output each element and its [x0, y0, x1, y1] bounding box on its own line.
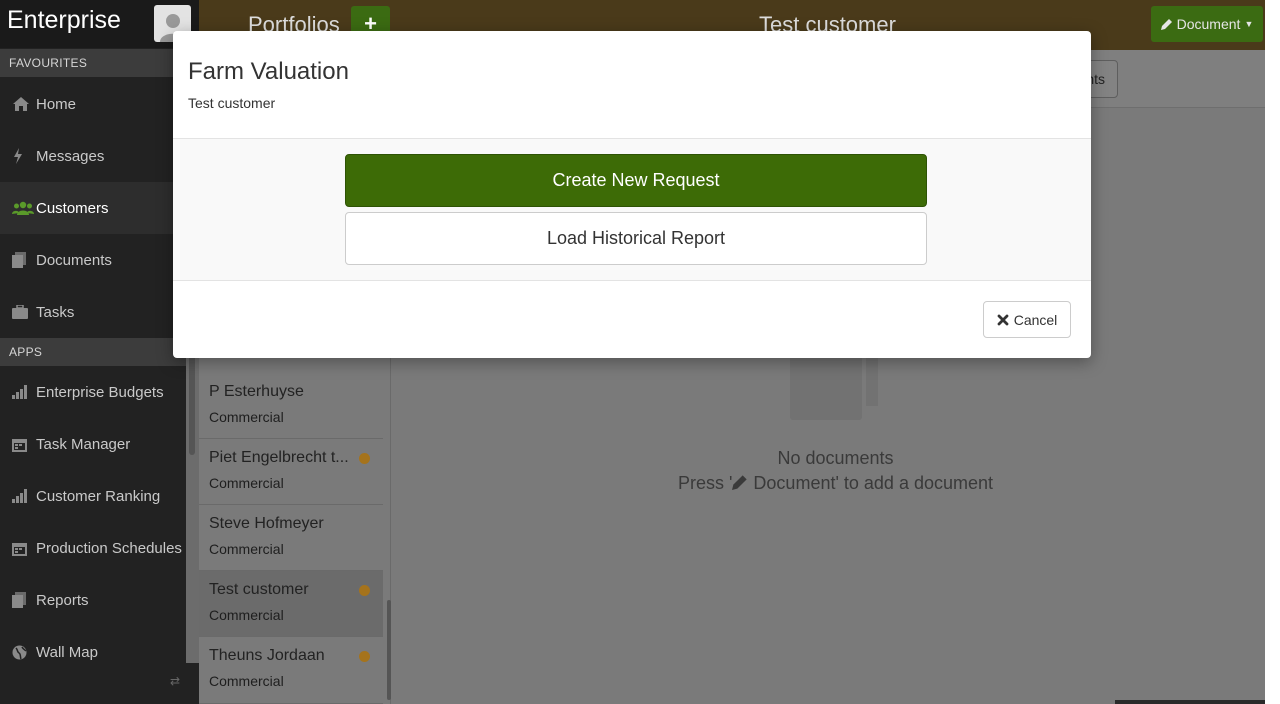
load-historical-report-button[interactable]: Load Historical Report — [345, 212, 927, 265]
globe-icon — [12, 645, 36, 660]
pencil-icon — [1160, 19, 1172, 30]
calendar-icon — [12, 541, 36, 556]
status-dot — [359, 651, 370, 662]
users-icon — [12, 201, 36, 215]
sidebar-item-production-schedules[interactable]: Production Schedules — [0, 522, 199, 574]
empty-state-hint: Press ' Document' to add a document — [391, 473, 1280, 494]
sidebar-item-messages[interactable]: Messages — [0, 130, 199, 182]
modal-body: Create New Request Load Historical Repor… — [173, 139, 1091, 281]
customer-type: Commercial — [209, 409, 284, 425]
sidebar-item-wall-map[interactable]: Wall Map — [0, 626, 199, 678]
sidebar: Enterprise FAVOURITES Home Messages Cust… — [0, 0, 199, 704]
brand-bar: Enterprise — [0, 0, 199, 48]
sidebar-item-enterprise-budgets[interactable]: Enterprise Budgets — [0, 366, 199, 418]
sidebar-item-label: Wall Map — [36, 643, 98, 661]
document-icon — [12, 592, 36, 608]
sidebar-item-documents[interactable]: Documents — [0, 234, 199, 286]
bar-chart-icon — [12, 489, 36, 503]
sidebar-item-label: Tasks — [36, 303, 75, 321]
customer-type: Commercial — [209, 673, 284, 689]
bolt-icon — [12, 148, 36, 164]
modal-header: Farm Valuation Test customer — [173, 31, 1091, 139]
list-scroll-thumb[interactable] — [387, 600, 391, 700]
list-item[interactable]: Steve Hofmeyer Commercial — [199, 505, 383, 571]
caret-down-icon: ▼ — [1244, 19, 1254, 29]
sidebar-item-reports[interactable]: Reports — [0, 574, 199, 626]
collapse-sidebar-icon[interactable]: ⇄ — [170, 674, 180, 688]
sidebar-item-label: Documents — [36, 251, 112, 269]
bottom-strip — [1115, 700, 1265, 704]
modal-subtitle: Test customer — [188, 95, 276, 111]
customer-type: Commercial — [209, 475, 284, 491]
cancel-button-label: Cancel — [1013, 311, 1058, 328]
empty-document-icon-back — [866, 356, 878, 406]
window-edge — [1265, 0, 1280, 704]
customer-name: P Esterhuyse — [209, 383, 304, 400]
customer-name: Test customer — [209, 581, 309, 598]
document-dropdown-button[interactable]: Document ▼ — [1151, 6, 1263, 42]
sidebar-item-customer-ranking[interactable]: Customer Ranking — [0, 470, 199, 522]
sidebar-item-home[interactable]: Home — [0, 78, 199, 130]
list-item[interactable]: Piet Engelbrecht t... Commercial — [199, 439, 383, 505]
home-icon — [12, 96, 36, 112]
customer-type: Commercial — [209, 607, 284, 623]
status-dot — [359, 585, 370, 596]
document-icon — [12, 252, 36, 268]
favourites-header: FAVOURITES — [0, 49, 199, 77]
calendar-icon — [12, 437, 36, 452]
farm-valuation-modal: Farm Valuation Test customer Create New … — [173, 31, 1091, 358]
sidebar-item-label: Enterprise Budgets — [36, 383, 164, 401]
sidebar-item-label: Production Schedules — [36, 539, 182, 557]
document-button-label: Document — [1176, 16, 1241, 32]
briefcase-icon — [12, 305, 36, 319]
list-item[interactable]: Test customer Commercial — [199, 571, 383, 637]
hint-suffix: Document' to add a document — [748, 473, 994, 493]
hint-prefix: Press ' — [677, 473, 733, 493]
bar-chart-icon — [12, 385, 36, 399]
create-new-request-button[interactable]: Create New Request — [345, 154, 927, 207]
sidebar-item-label: Home — [36, 95, 77, 113]
customer-type: Commercial — [209, 541, 284, 557]
modal-footer: Cancel — [173, 281, 1091, 358]
list-item[interactable]: Theuns Jordaan Commercial — [199, 637, 383, 704]
sidebar-item-label: Task Manager — [36, 435, 131, 453]
pencil-icon — [732, 475, 748, 490]
sidebar-item-label: Messages — [36, 147, 105, 165]
app-title: Enterprise — [7, 6, 121, 34]
modal-title: Farm Valuation — [188, 58, 349, 85]
sidebar-item-label: Customers — [36, 199, 109, 217]
sidebar-item-label: Customer Ranking — [36, 487, 161, 505]
status-dot — [359, 453, 370, 464]
sidebar-item-customers[interactable]: Customers — [0, 182, 199, 234]
customer-name: Piet Engelbrecht t... — [209, 449, 349, 466]
apps-header: APPS — [0, 338, 199, 366]
list-item[interactable]: P Esterhuyse Commercial — [199, 373, 383, 439]
cancel-button[interactable]: Cancel — [983, 301, 1071, 338]
customer-name: Steve Hofmeyer — [209, 515, 324, 532]
sidebar-item-task-manager[interactable]: Task Manager — [0, 418, 199, 470]
sidebar-item-label: Reports — [36, 591, 89, 609]
sidebar-item-tasks[interactable]: Tasks — [0, 286, 199, 338]
empty-state-title: No documents — [777, 448, 894, 468]
customer-name: Theuns Jordaan — [209, 647, 325, 664]
close-icon — [997, 314, 1009, 325]
